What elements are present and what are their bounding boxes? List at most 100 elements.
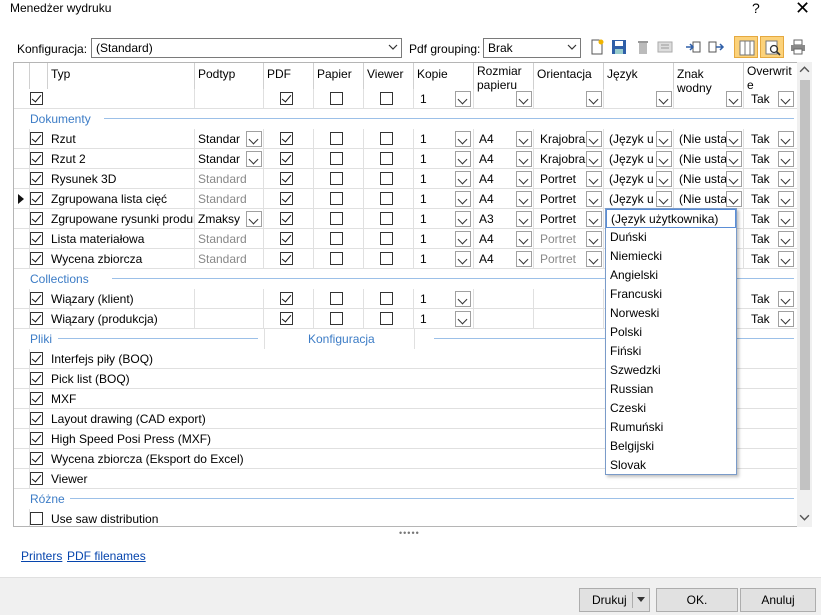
- checkbox[interactable]: [30, 232, 43, 245]
- col-viewer[interactable]: Viewer: [364, 63, 414, 89]
- chevron-down-icon[interactable]: [516, 231, 532, 247]
- filter-cell[interactable]: [48, 89, 195, 109]
- checkbox-cell[interactable]: [264, 209, 314, 229]
- checkbox[interactable]: [380, 292, 393, 305]
- chevron-down-icon[interactable]: [778, 231, 794, 247]
- chevron-down-icon[interactable]: [455, 91, 471, 107]
- scroll-up-icon[interactable]: [799, 64, 810, 75]
- chevron-down-icon[interactable]: [246, 151, 262, 167]
- chevron-down-icon[interactable]: [778, 171, 794, 187]
- row-indicator[interactable]: [14, 309, 30, 329]
- checkbox[interactable]: [30, 152, 43, 165]
- checkbox[interactable]: [30, 212, 43, 225]
- podtyp-cell[interactable]: [195, 289, 264, 309]
- checkbox-cell[interactable]: [364, 249, 414, 269]
- checkbox-cell[interactable]: [264, 249, 314, 269]
- checkbox[interactable]: [30, 172, 43, 185]
- col-podtyp[interactable]: Podtyp: [195, 63, 264, 89]
- checkbox-cell[interactable]: [314, 209, 364, 229]
- row-indicator[interactable]: [14, 209, 30, 229]
- checkbox[interactable]: [280, 312, 293, 325]
- checkbox[interactable]: [30, 372, 43, 385]
- row-indicator[interactable]: [14, 229, 30, 249]
- chevron-down-icon[interactable]: [656, 171, 672, 187]
- checkbox[interactable]: [30, 192, 43, 205]
- language-option[interactable]: (Język użytkownika): [606, 209, 736, 228]
- chevron-down-icon[interactable]: [455, 131, 471, 147]
- language-option[interactable]: Czeski: [606, 399, 736, 418]
- row-indicator[interactable]: [14, 509, 30, 526]
- help-button[interactable]: ?: [752, 0, 760, 16]
- chevron-down-icon[interactable]: [455, 151, 471, 167]
- checkbox-cell[interactable]: [264, 129, 314, 149]
- export-icon[interactable]: [707, 38, 725, 56]
- checkbox-cell[interactable]: [314, 169, 364, 189]
- checkbox[interactable]: [30, 352, 43, 365]
- chevron-down-icon[interactable]: [656, 151, 672, 167]
- chevron-down-icon[interactable]: [516, 191, 532, 207]
- chevron-down-icon[interactable]: [656, 191, 672, 207]
- pdf-grouping-select[interactable]: Brak: [483, 38, 581, 58]
- language-option[interactable]: Slovak: [606, 456, 736, 475]
- col-jezyk[interactable]: Język: [604, 63, 674, 89]
- chevron-down-icon[interactable]: [586, 191, 602, 207]
- print-split-button[interactable]: Drukuj: [579, 588, 650, 612]
- chevron-down-icon[interactable]: [455, 211, 471, 227]
- chevron-down-icon[interactable]: [455, 191, 471, 207]
- checkbox-cell[interactable]: [364, 189, 414, 209]
- checkbox[interactable]: [30, 512, 43, 525]
- checkbox[interactable]: [380, 312, 393, 325]
- row-indicator[interactable]: [14, 169, 30, 189]
- checkbox[interactable]: [330, 312, 343, 325]
- checkbox[interactable]: [30, 312, 43, 325]
- chevron-down-icon[interactable]: [778, 191, 794, 207]
- checkbox-cell[interactable]: [364, 229, 414, 249]
- properties-icon[interactable]: [656, 38, 674, 56]
- chevron-down-icon[interactable]: [455, 231, 471, 247]
- col-typ[interactable]: Typ: [48, 63, 195, 89]
- language-option[interactable]: Duński: [606, 228, 736, 247]
- col-papier[interactable]: Papier: [314, 63, 364, 89]
- checkbox-cell[interactable]: [314, 149, 364, 169]
- orientacja-cell[interactable]: [534, 289, 604, 309]
- rozmiar-cell[interactable]: [474, 289, 534, 309]
- row-indicator[interactable]: [14, 429, 30, 449]
- chevron-down-icon[interactable]: [246, 131, 262, 147]
- language-option[interactable]: Szwedzki: [606, 361, 736, 380]
- chevron-down-icon[interactable]: [726, 171, 742, 187]
- checkbox-cell[interactable]: [314, 229, 364, 249]
- chevron-down-icon[interactable]: [586, 231, 602, 247]
- typ-cell[interactable]: Wiązary (klient): [48, 289, 195, 309]
- typ-cell[interactable]: Rzut 2: [48, 149, 195, 169]
- chevron-down-icon[interactable]: [778, 251, 794, 267]
- language-dropdown-list[interactable]: (Język użytkownika) Duński Niemiecki Angiel…: [605, 208, 737, 475]
- import-icon[interactable]: [684, 38, 702, 56]
- typ-cell[interactable]: Lista materiałowa: [48, 229, 195, 249]
- rozne-cell[interactable]: Use saw distribution: [48, 509, 797, 526]
- chevron-down-icon[interactable]: [726, 151, 742, 167]
- typ-cell[interactable]: Wycena zbiorcza: [48, 249, 195, 269]
- language-option[interactable]: Fiński: [606, 342, 736, 361]
- checkbox[interactable]: [380, 92, 393, 105]
- rozmiar-cell[interactable]: [474, 309, 534, 329]
- language-option[interactable]: Norweski: [606, 304, 736, 323]
- scroll-thumb[interactable]: [800, 80, 810, 490]
- col-pdf[interactable]: PDF: [264, 63, 314, 89]
- preview-toggle[interactable]: [760, 36, 784, 58]
- language-option[interactable]: Niemiecki: [606, 247, 736, 266]
- chevron-down-icon[interactable]: [516, 131, 532, 147]
- scroll-down-icon[interactable]: [799, 512, 810, 523]
- checkbox[interactable]: [30, 252, 43, 265]
- chevron-down-icon[interactable]: [246, 211, 262, 227]
- podtyp-cell[interactable]: Standard: [195, 229, 264, 249]
- checkbox-cell[interactable]: [264, 229, 314, 249]
- col-overwrite[interactable]: Overwrit e: [744, 63, 797, 92]
- checkbox-cell[interactable]: [264, 189, 314, 209]
- cancel-button[interactable]: Anuluj: [740, 588, 816, 612]
- row-indicator[interactable]: [14, 149, 30, 169]
- row-indicator[interactable]: [14, 189, 30, 209]
- language-option[interactable]: Rumuński: [606, 418, 736, 437]
- row-indicator[interactable]: [14, 249, 30, 269]
- delete-icon[interactable]: [634, 38, 652, 56]
- save-icon[interactable]: [610, 38, 628, 56]
